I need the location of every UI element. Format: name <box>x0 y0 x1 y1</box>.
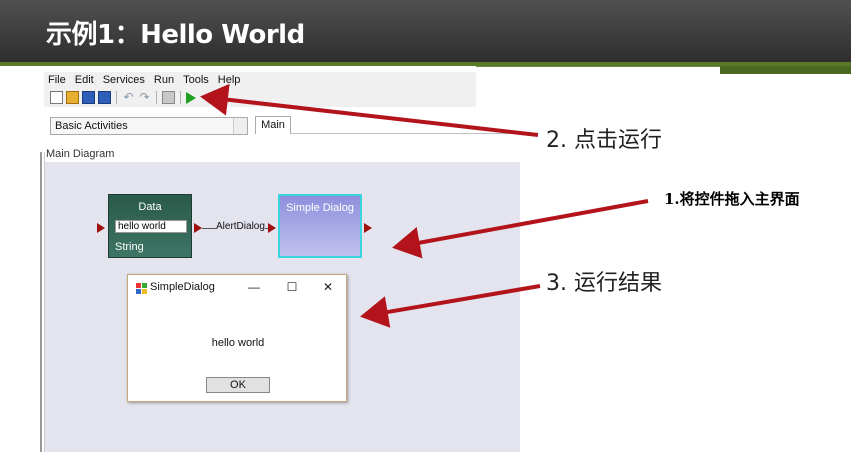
ok-button[interactable]: OK <box>206 377 270 393</box>
annotation-step-3: 3. 运行结果 <box>546 271 662 296</box>
panel-divider <box>40 152 42 452</box>
toolbar: ↶ ↷ <box>44 88 476 107</box>
menu-run[interactable]: Run <box>154 74 174 86</box>
menu-tools[interactable]: Tools <box>183 74 209 86</box>
menu-services[interactable]: Services <box>103 74 145 86</box>
menu-file[interactable]: File <box>48 74 66 86</box>
menu-bar: File Edit Services Run Tools Help <box>44 72 476 88</box>
save-all-icon[interactable] <box>98 91 111 104</box>
tab-strip-line <box>291 133 520 134</box>
data-activity-block[interactable]: Data hello world String <box>108 194 192 258</box>
output-port[interactable] <box>194 223 202 233</box>
connection-label: AlertDialog <box>216 221 265 232</box>
window-title: SimpleDialog <box>150 281 215 293</box>
simple-dialog-window: SimpleDialog — ☐ ✕ hello world OK <box>127 274 347 402</box>
undo-icon[interactable]: ↶ <box>122 91 135 104</box>
accent-line <box>476 66 720 67</box>
activity-palette-select[interactable]: Basic Activities <box>50 117 248 135</box>
tab-main[interactable]: Main <box>255 116 291 134</box>
annotation-step-2: 2. 点击运行 <box>546 128 662 153</box>
simple-dialog-block[interactable]: Simple Dialog <box>278 194 362 258</box>
dialog-message: hello world <box>211 337 265 349</box>
app-screenshot: File Edit Services Run Tools Help ↶ ↷ Ba… <box>40 72 520 452</box>
toolbar-separator <box>180 91 181 104</box>
toolbar-separator <box>156 91 157 104</box>
diagram-label: Main Diagram <box>46 148 115 160</box>
save-icon[interactable] <box>82 91 95 104</box>
menu-edit[interactable]: Edit <box>75 74 94 86</box>
chevron-down-icon[interactable] <box>233 118 247 134</box>
data-type-label: String <box>115 241 144 253</box>
output-port[interactable] <box>364 223 372 233</box>
toolbar-separator <box>116 91 117 104</box>
input-port[interactable] <box>97 223 105 233</box>
annotation-step-1: 1.将控件拖入主界面 <box>664 190 800 208</box>
new-file-icon[interactable] <box>50 91 63 104</box>
app-window-icon <box>136 283 147 294</box>
minimize-icon[interactable]: — <box>240 278 268 296</box>
input-port[interactable] <box>268 223 276 233</box>
data-block-title: Data <box>138 201 162 213</box>
open-folder-icon[interactable] <box>66 91 79 104</box>
dialog-block-title: Simple Dialog <box>286 202 354 214</box>
menu-help[interactable]: Help <box>218 74 241 86</box>
run-icon[interactable] <box>186 91 196 104</box>
redo-icon[interactable]: ↷ <box>138 91 151 104</box>
print-icon[interactable] <box>162 91 175 104</box>
close-icon[interactable]: ✕ <box>314 278 342 296</box>
maximize-icon[interactable]: ☐ <box>278 278 306 296</box>
slide-title-bar: 示例1：Hello World <box>0 0 851 62</box>
accent-block <box>720 66 851 74</box>
palette-selected-value: Basic Activities <box>55 120 128 132</box>
data-value-field[interactable]: hello world <box>115 220 187 233</box>
slide-title: 示例1：Hello World <box>46 20 305 50</box>
